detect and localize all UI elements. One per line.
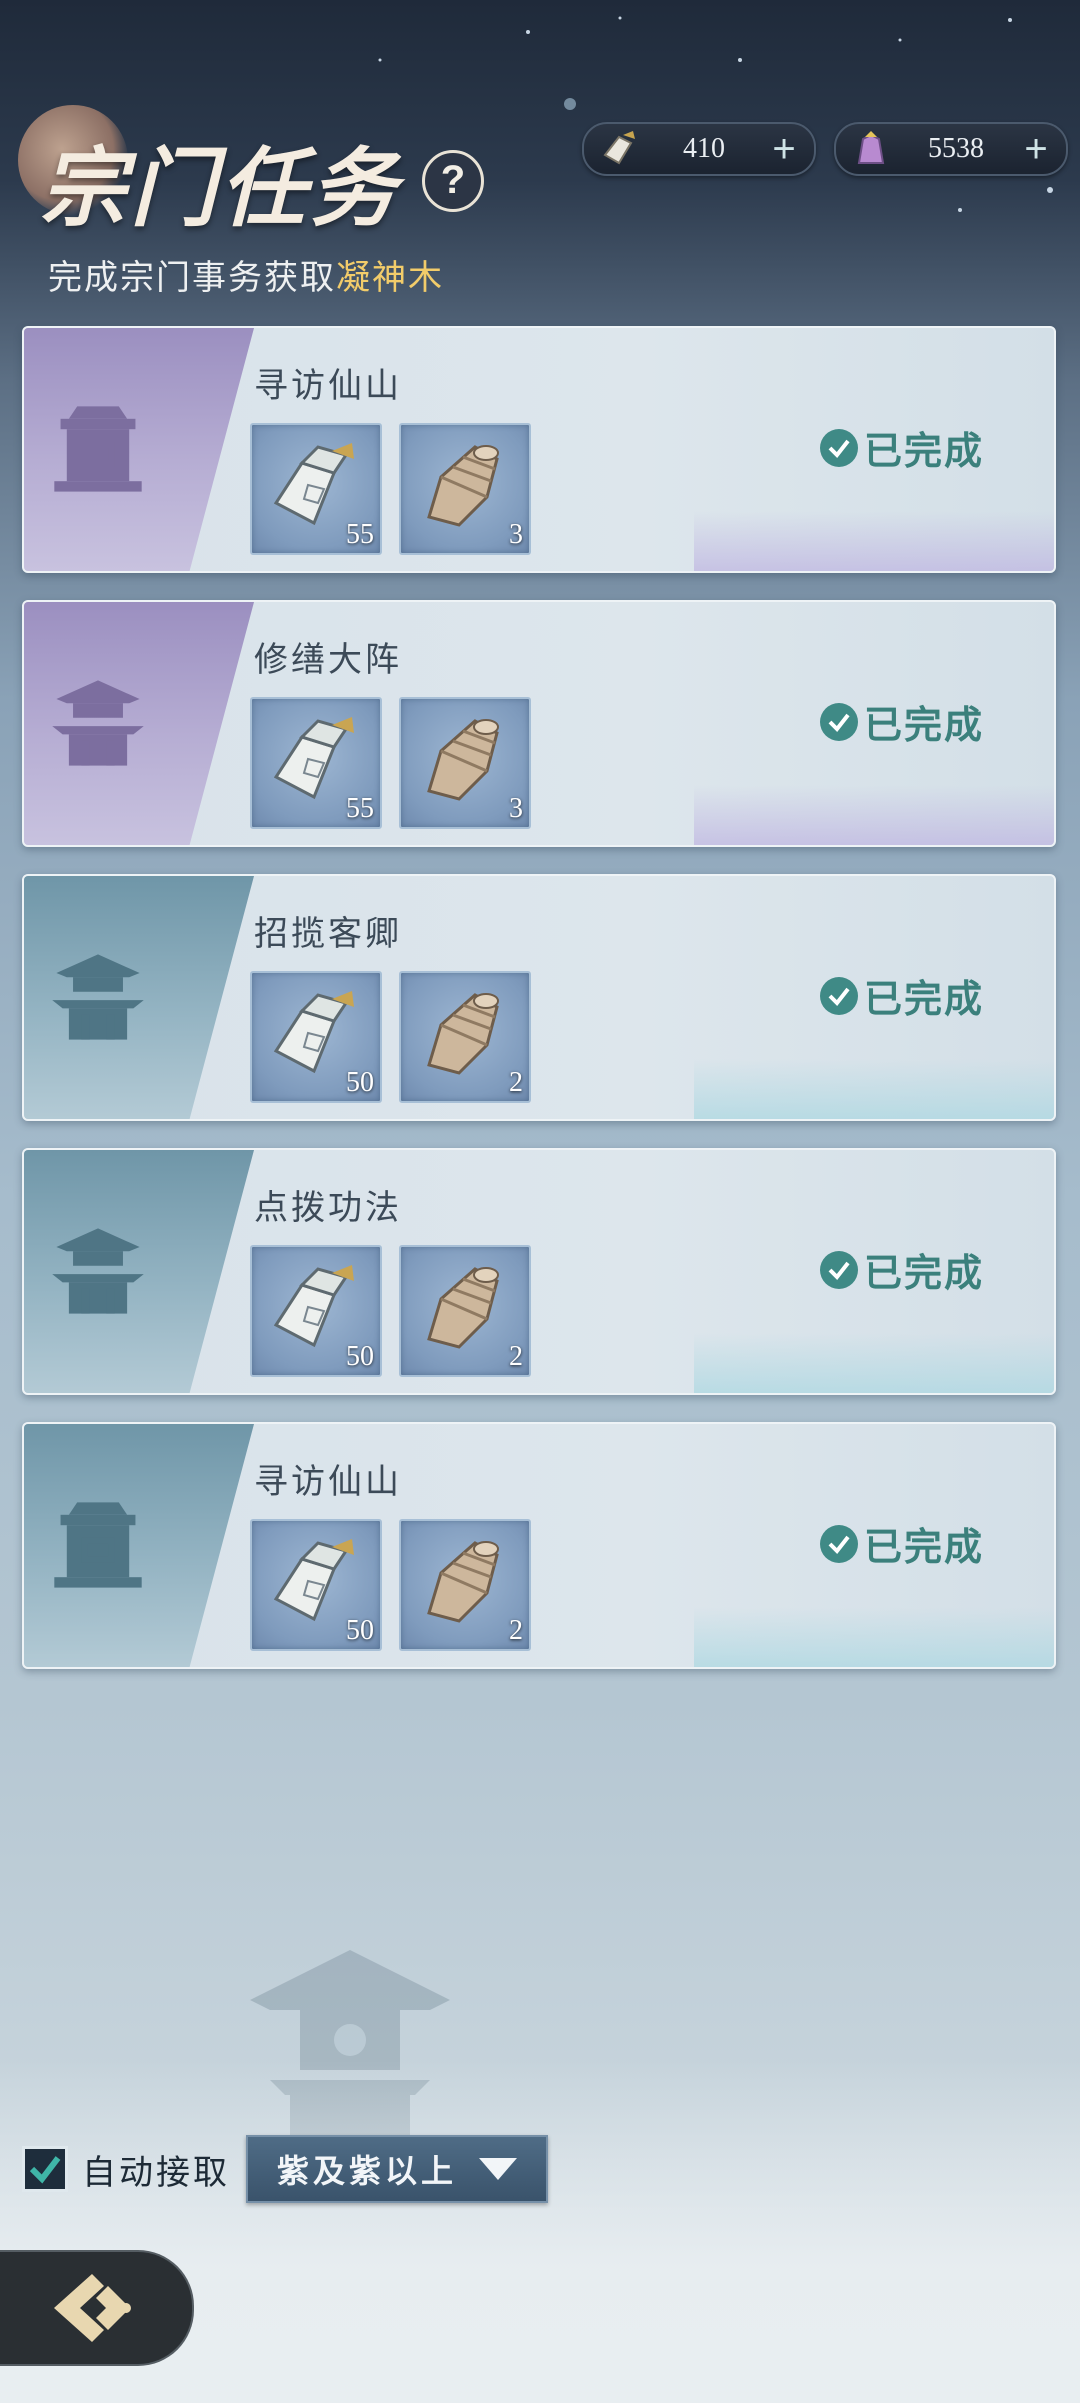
- task-name: 招揽客卿: [254, 914, 402, 954]
- task-list: 寻访仙山 55 3 已完成 修缮大阵 55 3 已完成 招揽客卿 50 2 已完…: [22, 326, 1056, 1696]
- reward-quantity: 2: [509, 1615, 523, 1646]
- back-button[interactable]: [0, 2250, 194, 2366]
- card-glow: [694, 1607, 1054, 1667]
- task-card[interactable]: 点拨功法 50 2 已完成: [22, 1148, 1056, 1395]
- auto-accept-checkbox[interactable]: [22, 2146, 68, 2192]
- reward-quantity: 2: [509, 1341, 523, 1372]
- dropdown-value: 紫及紫以上: [276, 2152, 457, 2190]
- subtitle-highlight: 凝神木: [336, 258, 444, 298]
- pagoda-icon: [52, 680, 144, 766]
- task-status: 已完成: [819, 420, 984, 475]
- check-icon: [819, 428, 858, 467]
- task-status: 已完成: [819, 968, 984, 1023]
- check-icon: [819, 702, 858, 741]
- task-status: 已完成: [819, 1242, 984, 1297]
- seal-icon: [54, 406, 142, 492]
- task-card[interactable]: 修缮大阵 55 3 已完成: [22, 600, 1056, 847]
- check-icon: [819, 1524, 858, 1563]
- reward-item[interactable]: 2: [399, 971, 531, 1103]
- status-label: 已完成: [863, 702, 984, 747]
- status-label: 已完成: [863, 428, 984, 473]
- task-status: 已完成: [819, 1516, 984, 1571]
- status-label: 已完成: [863, 1524, 984, 1569]
- quality-filter-dropdown[interactable]: 紫及紫以上: [246, 2135, 548, 2203]
- reward-item[interactable]: 2: [399, 1519, 531, 1651]
- wood-icon: [427, 445, 499, 527]
- card-glow: [694, 1333, 1054, 1393]
- back-arrow-icon: [54, 2274, 131, 2342]
- currency-value: 410: [683, 133, 725, 164]
- purple-robe-icon: [844, 122, 898, 176]
- reward-item[interactable]: 2: [399, 1245, 531, 1377]
- reward-quantity: 2: [509, 1067, 523, 1098]
- wood-icon: [427, 719, 499, 801]
- reward-quantity: 50: [346, 1067, 374, 1098]
- checkmark-icon: [29, 2156, 61, 2184]
- reward-item[interactable]: 50: [250, 1519, 382, 1651]
- chevron-down-icon: [479, 2158, 517, 2180]
- reward-list: 55 3: [250, 423, 531, 555]
- reward-list: 50 2: [250, 1245, 531, 1377]
- add-robe-button[interactable]: +: [1014, 127, 1058, 171]
- reward-item[interactable]: 55: [250, 697, 382, 829]
- task-name: 点拨功法: [254, 1188, 402, 1228]
- reward-quantity: 50: [346, 1615, 374, 1646]
- page-title: 宗门任务: [40, 138, 400, 239]
- subtitle-text: 完成宗门事务获取: [48, 258, 336, 298]
- currency-scroll: 410 +: [582, 122, 816, 176]
- task-card[interactable]: 招揽客卿 50 2 已完成: [22, 874, 1056, 1121]
- check-icon: [819, 1250, 858, 1289]
- reward-item[interactable]: 50: [250, 1245, 382, 1377]
- task-card[interactable]: 寻访仙山 55 3 已完成: [22, 326, 1056, 573]
- add-scroll-button[interactable]: +: [762, 127, 806, 171]
- card-glow: [694, 511, 1054, 571]
- task-card[interactable]: 寻访仙山 50 2 已完成: [22, 1422, 1056, 1669]
- scroll-token-icon: [592, 122, 646, 176]
- reward-quantity: 55: [346, 793, 374, 824]
- task-name: 修缮大阵: [254, 640, 402, 680]
- wood-icon: [427, 1541, 499, 1623]
- reward-item[interactable]: 50: [250, 971, 382, 1103]
- reward-quantity: 3: [509, 793, 523, 824]
- reward-list: 50 2: [250, 1519, 531, 1651]
- reward-list: 55 3: [250, 697, 531, 829]
- status-label: 已完成: [863, 1250, 984, 1295]
- reward-item[interactable]: 3: [399, 697, 531, 829]
- seal-icon: [54, 1502, 142, 1588]
- help-button[interactable]: ?: [422, 149, 484, 212]
- wood-icon: [427, 993, 499, 1075]
- reward-quantity: 3: [509, 519, 523, 550]
- check-icon: [819, 976, 858, 1015]
- header: 宗门任务 ?: [40, 118, 484, 243]
- reward-quantity: 55: [346, 519, 374, 550]
- reward-item[interactable]: 3: [399, 423, 531, 555]
- reward-list: 50 2: [250, 971, 531, 1103]
- wood-icon: [427, 1267, 499, 1349]
- task-status: 已完成: [819, 694, 984, 749]
- pagoda-icon: [52, 1228, 144, 1314]
- card-glow: [694, 1059, 1054, 1119]
- reward-item[interactable]: 55: [250, 423, 382, 555]
- currency-robe: 5538 +: [834, 122, 1068, 176]
- status-label: 已完成: [863, 976, 984, 1021]
- card-glow: [694, 785, 1054, 845]
- task-name: 寻访仙山: [254, 366, 402, 406]
- pagoda-icon: [52, 954, 144, 1040]
- auto-accept-row: 自动接取 紫及紫以上: [22, 2135, 548, 2203]
- page-subtitle: 完成宗门事务获取凝神木: [48, 250, 444, 299]
- reward-quantity: 50: [346, 1341, 374, 1372]
- auto-accept-label: 自动接取: [82, 2152, 230, 2193]
- task-name: 寻访仙山: [254, 1462, 402, 1502]
- currency-value: 5538: [928, 133, 984, 164]
